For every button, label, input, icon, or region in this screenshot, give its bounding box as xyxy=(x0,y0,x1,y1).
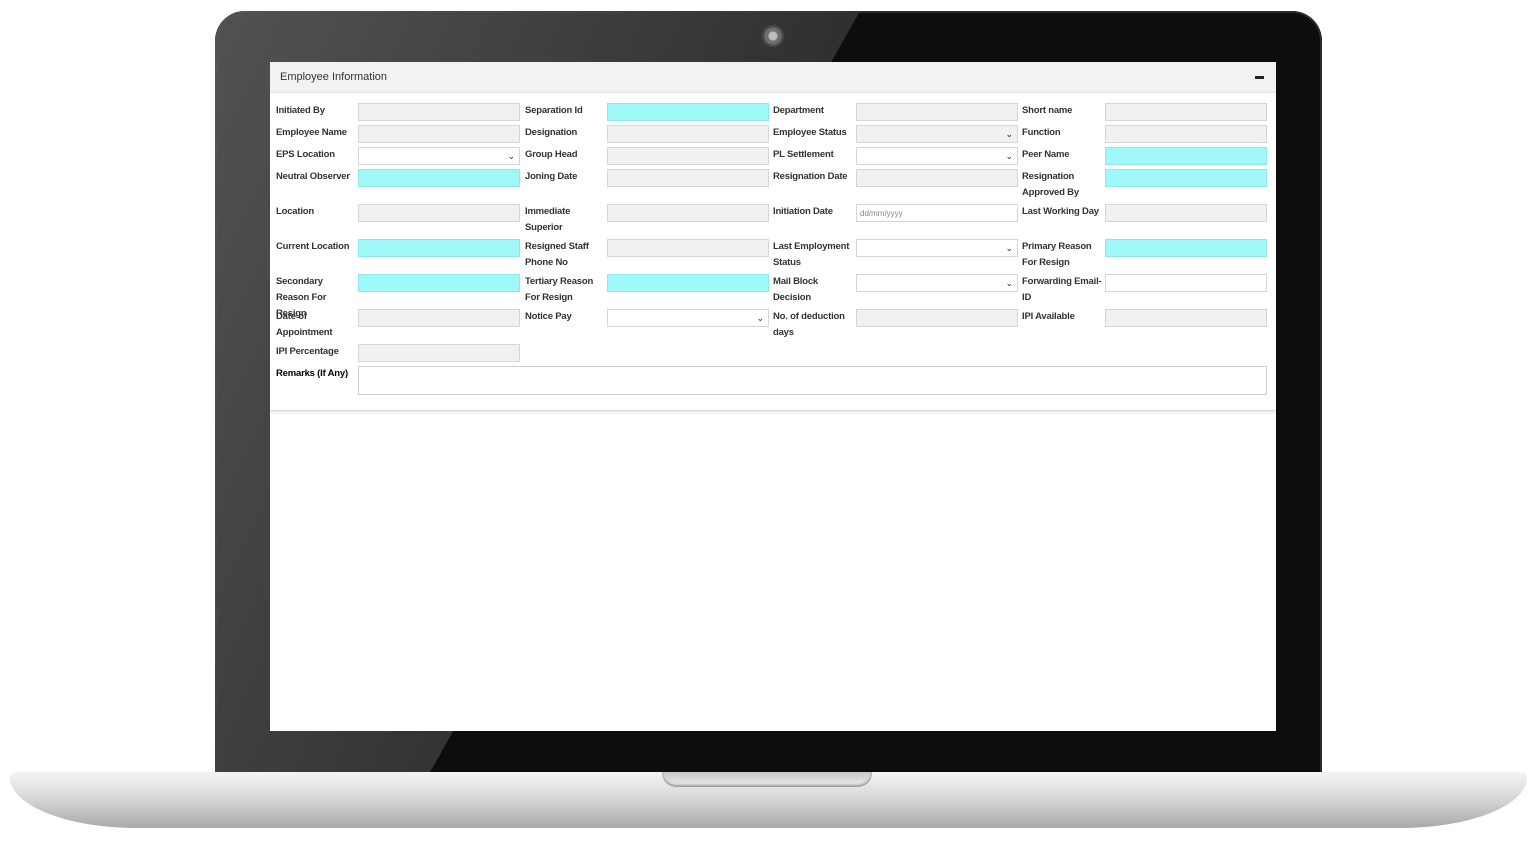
initiation-date-input[interactable]: dd/mm/yyyy xyxy=(856,204,1018,222)
neutral-observer-field[interactable] xyxy=(358,169,520,187)
employee-status-label: Employee Status xyxy=(773,127,847,138)
ipi-percentage-field[interactable] xyxy=(358,344,520,362)
webcam-icon xyxy=(762,25,784,47)
joining-date-label: Joning Date xyxy=(525,171,578,182)
panel-title: Employee Information xyxy=(280,71,387,83)
laptop-notch xyxy=(662,772,872,787)
last-employment-status-select[interactable]: ⌄ xyxy=(856,239,1018,257)
immediate-superior-label: Immediate Superior xyxy=(525,206,571,233)
separation-id-field[interactable] xyxy=(607,103,769,121)
forwarding-email-label: Forwarding Email-ID xyxy=(1022,276,1102,303)
designation-field[interactable] xyxy=(607,125,769,143)
tertiary-reason-label: Tertiary Reason For Resign xyxy=(525,276,594,303)
chevron-down-icon: ⌄ xyxy=(1005,129,1013,139)
resignation-approved-by-field[interactable] xyxy=(1105,169,1267,187)
chevron-down-icon: ⌄ xyxy=(507,151,515,161)
chevron-down-icon: ⌄ xyxy=(1005,243,1013,253)
resignation-date-field[interactable] xyxy=(856,169,1018,187)
deduction-days-label: No. of deduction days xyxy=(773,311,845,338)
department-field[interactable] xyxy=(856,103,1018,121)
ipi-percentage-label: IPI Percentage xyxy=(276,346,339,357)
resigned-staff-phone-label: Resigned Staff Phone No xyxy=(525,241,589,268)
group-head-label: Group Head xyxy=(525,149,578,160)
short-name-label: Short name xyxy=(1022,105,1073,116)
remarks-label: Remarks (If Any) xyxy=(276,368,348,379)
initiated-by-field[interactable] xyxy=(358,103,520,121)
function-field[interactable] xyxy=(1105,125,1267,143)
last-working-day-field[interactable] xyxy=(1105,204,1267,222)
date-of-appointment-label: Date of Appointment xyxy=(276,311,333,338)
date-of-appointment-field[interactable] xyxy=(358,309,520,327)
date-placeholder: dd/mm/yyyy xyxy=(860,208,903,218)
forwarding-email-field[interactable] xyxy=(1105,274,1267,292)
screen: Employee Information Initiated By Separa… xyxy=(270,62,1276,731)
eps-location-select[interactable]: ⌄ xyxy=(358,147,520,165)
joining-date-field[interactable] xyxy=(607,169,769,187)
tertiary-reason-field[interactable] xyxy=(607,274,769,292)
minus-icon[interactable] xyxy=(1255,75,1264,79)
location-label: Location xyxy=(276,206,314,217)
group-head-field[interactable] xyxy=(607,147,769,165)
designation-label: Designation xyxy=(525,127,578,138)
separation-id-label: Separation Id xyxy=(525,105,583,116)
peer-name-field[interactable] xyxy=(1105,147,1267,165)
location-field[interactable] xyxy=(358,204,520,222)
current-location-label: Current Location xyxy=(276,241,350,252)
chevron-down-icon: ⌄ xyxy=(756,313,764,323)
laptop-base xyxy=(10,772,1527,828)
notice-pay-select[interactable]: ⌄ xyxy=(607,309,769,327)
secondary-reason-field[interactable] xyxy=(358,274,520,292)
employee-name-label: Employee Name xyxy=(276,127,347,138)
last-working-day-label: Last Working Day xyxy=(1022,206,1099,217)
resigned-staff-phone-field[interactable] xyxy=(607,239,769,257)
function-label: Function xyxy=(1022,127,1061,138)
employee-status-select[interactable]: ⌄ xyxy=(856,125,1018,143)
mail-block-decision-select[interactable]: ⌄ xyxy=(856,274,1018,292)
neutral-observer-label: Neutral Observer xyxy=(276,171,350,182)
pl-settlement-select[interactable]: ⌄ xyxy=(856,147,1018,165)
mail-block-decision-label: Mail Block Decision xyxy=(773,276,818,303)
chevron-down-icon: ⌄ xyxy=(1005,151,1013,161)
ipi-available-label: IPI Available xyxy=(1022,311,1075,322)
resignation-date-label: Resignation Date xyxy=(773,171,848,182)
initiation-date-label: Initiation Date xyxy=(773,206,833,217)
notice-pay-label: Notice Pay xyxy=(525,311,572,322)
deduction-days-field[interactable] xyxy=(856,309,1018,327)
primary-reason-field[interactable] xyxy=(1105,239,1267,257)
pl-settlement-label: PL Settlement xyxy=(773,149,834,160)
ipi-available-field[interactable] xyxy=(1105,309,1267,327)
remarks-textarea[interactable] xyxy=(358,366,1267,395)
panel-header: Employee Information xyxy=(270,62,1276,93)
chevron-down-icon: ⌄ xyxy=(1005,278,1013,288)
resignation-approved-by-label: Resignation Approved By xyxy=(1022,171,1079,198)
eps-location-label: EPS Location xyxy=(276,149,335,160)
department-label: Department xyxy=(773,105,824,116)
current-location-field[interactable] xyxy=(358,239,520,257)
employee-name-field[interactable] xyxy=(358,125,520,143)
last-employment-status-label: Last Employment Status xyxy=(773,241,850,268)
short-name-field[interactable] xyxy=(1105,103,1267,121)
immediate-superior-field[interactable] xyxy=(607,204,769,222)
primary-reason-label: Primary Reason For Resign xyxy=(1022,241,1092,268)
initiated-by-label: Initiated By xyxy=(276,105,325,116)
employee-information-panel: Employee Information Initiated By Separa… xyxy=(270,62,1276,411)
peer-name-label: Peer Name xyxy=(1022,149,1070,160)
